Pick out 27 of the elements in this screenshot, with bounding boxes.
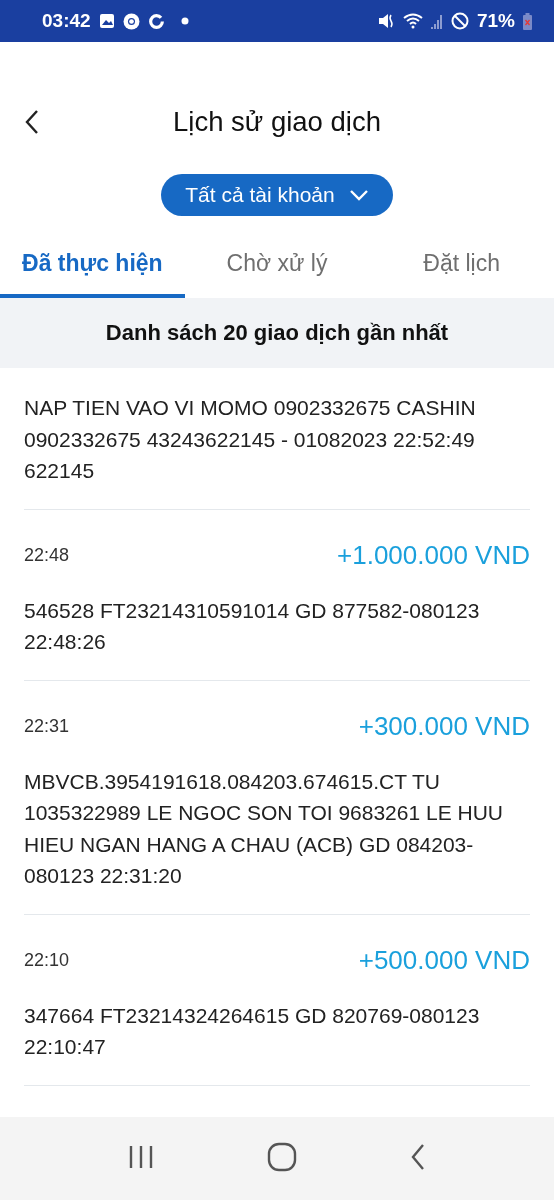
dot-icon xyxy=(180,17,189,25)
home-icon xyxy=(267,1142,297,1172)
transaction-amount: +300.000 VND xyxy=(358,710,530,742)
page-title: Lịch sử giao dịch xyxy=(173,106,381,138)
blocked-icon xyxy=(450,12,469,30)
clock: 03:42 xyxy=(42,10,91,32)
transaction-description: MBVCB.3954191618.084203.674615.CT TU 1035322989 LE NGOC SON TOI 9683261 LE HUU HIEU NGAN HANG A CHAU (ACB) GD 084203-080123 22:31:20 xyxy=(24,768,504,889)
image-icon xyxy=(98,13,115,29)
mute-icon xyxy=(376,12,395,30)
transaction-time: 22:10 xyxy=(24,949,70,971)
transaction-time: 22:31 xyxy=(24,715,70,737)
transaction-amount: +1.000.000 VND xyxy=(337,539,530,571)
transaction-description: 546528 FT23214310591014 GD 877582-080123 22:48:26 xyxy=(24,597,481,655)
sync-icon xyxy=(147,12,165,30)
list-heading: Danh sách 20 giao dịch gần nhất xyxy=(105,320,449,346)
chevron-down-icon xyxy=(348,189,369,201)
transaction-time: 22:48 xyxy=(24,544,70,566)
transaction-amount: +500.000 VND xyxy=(358,944,530,976)
transaction-description: 347664 FT23214324264615 GD 820769-080123 22:10:47 xyxy=(24,1002,481,1060)
wifi-icon xyxy=(402,12,423,30)
account-selector[interactable]: Tất cả tài khoản xyxy=(161,174,393,216)
tab[interactable]: Chờ xử lý xyxy=(184,238,370,298)
transaction-description: NAP TIEN VAO VI MOMO 0902332675 CASHIN 0902332675 43243622145 - 01082023 22:52:49 622145 xyxy=(24,395,477,484)
battery-percentage: 71% xyxy=(476,10,515,32)
signal-icon xyxy=(430,13,443,29)
tab[interactable]: Đặt lịch xyxy=(369,238,554,298)
battery-icon xyxy=(523,12,532,30)
